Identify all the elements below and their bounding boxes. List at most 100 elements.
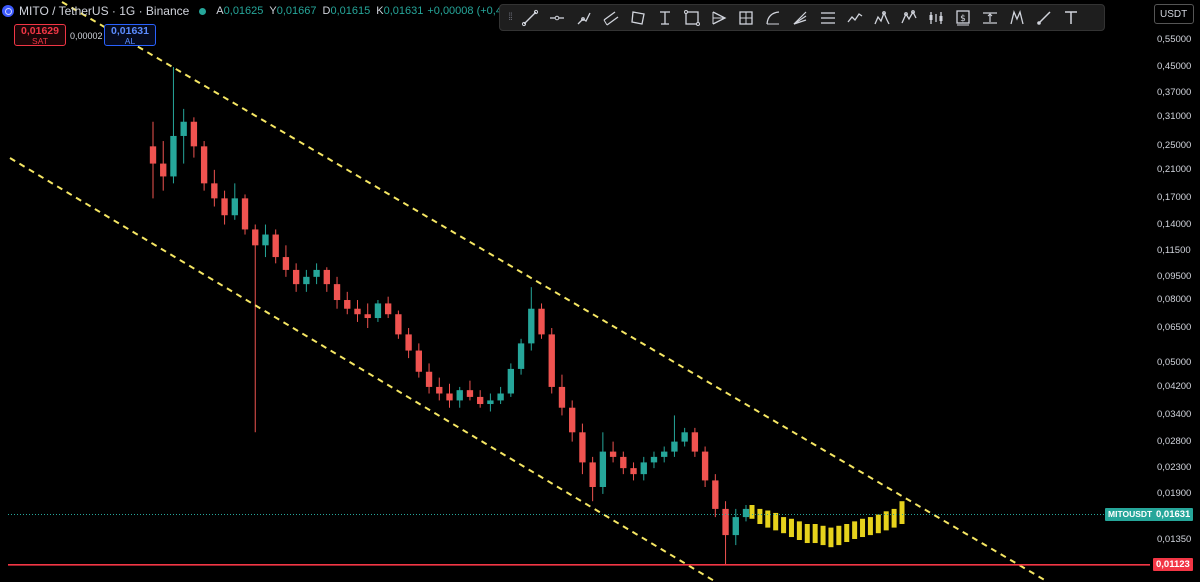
forecast-bar (765, 510, 771, 528)
candle-body (211, 183, 218, 199)
drawing-toolbar: ⁞⁞ $ (499, 4, 1105, 31)
candle-body (252, 229, 259, 246)
horizontal-ray-tool-icon[interactable] (547, 8, 567, 28)
price-tick-label: 0,25000 (1157, 140, 1192, 152)
forecast-bar (836, 525, 842, 546)
price-tick-label: 0,01350 (1157, 534, 1192, 545)
candle-body (691, 432, 699, 452)
price-tick-label: 0,55000 (1157, 34, 1192, 45)
price-tick-label: 0,17000 (1157, 192, 1192, 204)
price-chart[interactable] (0, 0, 1200, 582)
position-box-tool-icon[interactable] (736, 8, 756, 28)
close-value: 0,01631 (383, 5, 424, 17)
candle-body (558, 386, 566, 408)
forecast-bar (899, 501, 905, 525)
candle-body (241, 198, 249, 230)
sell-price: 0,01629 (21, 25, 59, 37)
text-measure-tool-icon[interactable] (655, 8, 675, 28)
forecast-bar (844, 524, 850, 543)
price-tick-label: 0,02800 (1157, 435, 1192, 447)
open-label: A (216, 5, 224, 17)
arc-curve-tool-icon[interactable] (763, 8, 783, 28)
candle-body (395, 314, 402, 335)
candle-body (313, 269, 320, 277)
price-tick-label: 0,05000 (1157, 357, 1192, 369)
candle-body (589, 462, 596, 487)
legend-header: MITO / TetherUS · 1G · Binance A 0,01625 … (0, 0, 522, 22)
candle-body (425, 371, 433, 387)
text-tool-icon[interactable] (1061, 8, 1081, 28)
candle-body (538, 308, 545, 335)
candle-body (640, 462, 647, 475)
candle-body (650, 456, 658, 463)
candle-body (364, 314, 371, 319)
elliott-wave-tool-icon[interactable] (899, 8, 919, 28)
candles-layer (149, 67, 750, 566)
candle-body (149, 146, 157, 164)
long-short-tool-icon[interactable] (926, 8, 946, 28)
path-tool-icon[interactable] (845, 8, 865, 28)
currency-select[interactable]: USDT (1154, 4, 1194, 24)
fib-retracement-tool-icon[interactable] (818, 8, 838, 28)
buy-button[interactable]: 0,01631 AL (104, 24, 156, 46)
pitchfork-tool-icon[interactable] (709, 8, 729, 28)
candle-body (160, 163, 167, 177)
candle-body (466, 390, 474, 397)
candle-body (221, 198, 228, 216)
sell-button[interactable]: 0,01629 SAT (14, 24, 66, 46)
candle-body (701, 451, 709, 481)
candle-body (405, 334, 412, 351)
symbol-title[interactable]: MITO / TetherUS · 1G · Binance (19, 4, 189, 18)
price-tick-label: 0,31000 (1157, 111, 1192, 123)
candle-body (569, 407, 576, 433)
price-tick-label: 0,45000 (1157, 61, 1192, 73)
gann-tool-icon[interactable] (1007, 8, 1027, 28)
open-value: 0,01625 (223, 5, 264, 17)
coin-icon (2, 5, 14, 17)
pattern-tool-icon[interactable] (872, 8, 892, 28)
candle-body (180, 121, 187, 136)
candle-body (661, 451, 668, 457)
forecast-bar (749, 504, 755, 519)
fib-fans-tool-icon[interactable] (790, 8, 810, 28)
candle-body (599, 451, 607, 487)
candle-body (671, 441, 678, 452)
candle-body (712, 480, 719, 509)
date-price-range-tool-icon[interactable] (980, 8, 1000, 28)
low-label: D (322, 5, 331, 17)
candle-body (732, 517, 739, 536)
close-label: K (376, 5, 384, 17)
brush-tool-icon[interactable] (1034, 8, 1054, 28)
candle-body (292, 269, 300, 285)
lower-trendline[interactable] (9, 157, 717, 582)
svg-text:$: $ (960, 14, 966, 24)
spread-value: 0,00002 (70, 31, 103, 41)
rotated-rectangle-tool-icon[interactable] (628, 8, 648, 28)
buy-price: 0,01631 (111, 25, 149, 37)
upper-trendline[interactable] (61, 1, 1049, 582)
parallel-channel-tool-icon[interactable] (601, 8, 621, 28)
drag-handle-icon[interactable]: ⁞⁞ (504, 12, 516, 23)
market-status-dot (199, 7, 207, 15)
price-tick-label: 0,02300 (1157, 462, 1192, 474)
forecast-bar (860, 518, 866, 538)
candle-body (497, 393, 504, 401)
forecast-bar (852, 521, 858, 540)
forecast-bar (796, 521, 802, 540)
rectangle-tool-icon[interactable] (682, 8, 702, 28)
forecast-tool-icon[interactable]: $ (953, 8, 973, 28)
candle-body (415, 350, 422, 372)
candle-body (681, 432, 688, 442)
forecast-bar (867, 517, 873, 536)
high-value: 0,01667 (276, 5, 317, 17)
candle-body (446, 393, 453, 401)
candle-body (436, 386, 443, 394)
price-tick-label: 0,21000 (1157, 163, 1192, 175)
candle-body (190, 121, 198, 147)
polyline-tool-icon[interactable] (574, 8, 594, 28)
candle-body (384, 303, 392, 315)
forecast-bar (788, 518, 794, 538)
trend-line-tool-icon[interactable] (520, 8, 540, 28)
candle-body (487, 400, 494, 405)
forecast-bar (804, 524, 810, 544)
